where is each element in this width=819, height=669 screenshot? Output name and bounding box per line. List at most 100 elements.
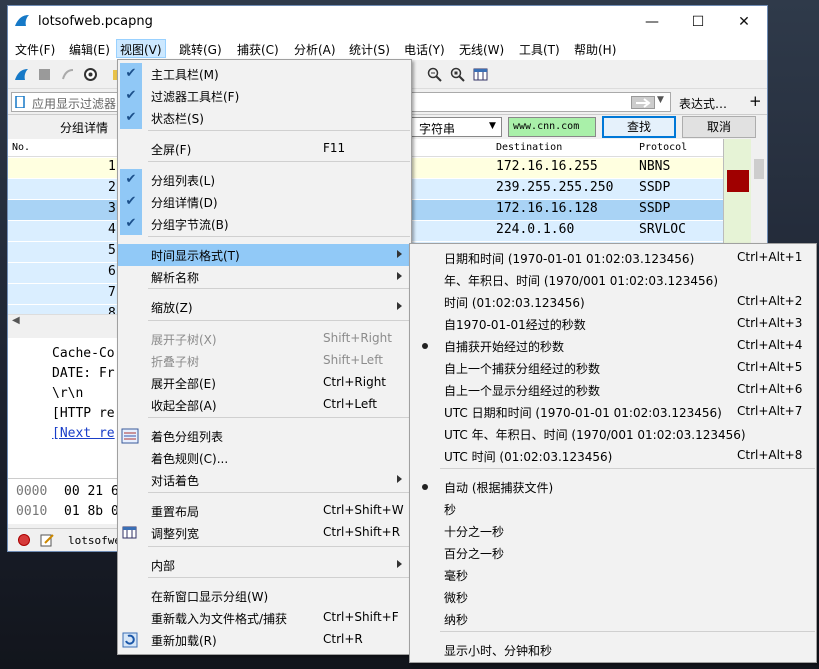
time-format-item[interactable]: 时间显示格式(T) — [118, 244, 411, 266]
packet-bytes-item[interactable]: ✔ 分组字节流(B) — [118, 213, 411, 235]
search-in-selector[interactable]: 分组详情 — [60, 119, 108, 136]
time-format-option[interactable]: 显示小时、分钟和秒 — [410, 639, 816, 661]
maximize-button[interactable]: ☐ — [675, 6, 721, 38]
zoom-normal-icon[interactable] — [450, 67, 465, 82]
search-type-select[interactable]: 字符串 ▼ — [410, 117, 502, 137]
resize-columns-item[interactable]: 调整列宽 Ctrl+Shift+R — [118, 522, 411, 544]
menu-item-label: 主工具栏(M) — [151, 68, 219, 82]
menu-item-label: 微秒 — [444, 591, 469, 605]
bookmark-icon[interactable] — [15, 96, 25, 108]
menu-separator — [148, 546, 410, 547]
colorize-conversation-item[interactable]: 对话着色 — [118, 469, 411, 491]
column-no[interactable]: No. — [12, 142, 30, 153]
time-format-option[interactable]: 微秒 — [410, 586, 816, 608]
menu-help[interactable]: 帮助(H) — [574, 41, 616, 58]
time-format-option[interactable]: 百分之一秒 — [410, 542, 816, 564]
main-toolbar-item[interactable]: ✔ 主工具栏(M) — [118, 63, 411, 85]
zoom-item[interactable]: 缩放(Z) — [118, 296, 411, 318]
expert-info-icon[interactable] — [18, 534, 30, 546]
packet-protocol: SRVLOC — [639, 222, 686, 237]
status-bar-item[interactable]: ✔ 状态栏(S) — [118, 107, 411, 129]
detail-link[interactable]: [Next re — [52, 426, 115, 441]
filter-toolbar-item[interactable]: ✔ 过滤器工具栏(F) — [118, 85, 411, 107]
restart-capture-icon[interactable] — [60, 67, 75, 82]
reload-as-file-format-item[interactable]: 重新载入为文件格式/捕获 Ctrl+Shift+F — [118, 607, 411, 629]
find-button[interactable]: 查找 — [602, 116, 676, 138]
time-format-option[interactable]: 自动 (根据捕获文件) — [410, 476, 816, 498]
show-packet-new-window-item[interactable]: 在新窗口显示分组(W) — [118, 585, 411, 607]
internals-item[interactable]: 内部 — [118, 554, 411, 576]
menu-item-label: 分组列表(L) — [151, 174, 216, 188]
menu-item-shortcut: Ctrl+Alt+1 — [737, 250, 803, 264]
menu-item-shortcut: F11 — [323, 141, 346, 155]
menu-view[interactable]: 视图(V) — [116, 39, 166, 58]
capture-options-icon[interactable] — [83, 67, 98, 82]
time-format-option[interactable]: UTC 年、年积日、时间 (1970/001 01:02:03.123456) — [410, 423, 816, 445]
menu-item-label: 对话着色 — [151, 474, 200, 488]
time-format-option[interactable]: 自捕获开始经过的秒数 Ctrl+Alt+4 — [410, 335, 816, 357]
time-format-option[interactable]: UTC 日期和时间 (1970-01-01 01:02:03.123456) Ct… — [410, 401, 816, 423]
search-string-input[interactable]: www.cnn.com — [508, 117, 596, 137]
scroll-left-icon[interactable]: ◀ — [12, 315, 20, 326]
menu-item-label: 时间 (01:02:03.123456) — [444, 296, 585, 310]
time-format-option[interactable]: UTC 时间 (01:02:03.123456) Ctrl+Alt+8 — [410, 445, 816, 467]
colorize-packet-list-item[interactable]: 着色分组列表 — [118, 425, 411, 447]
time-format-option[interactable]: 秒 — [410, 498, 816, 520]
time-format-option[interactable]: 毫秒 — [410, 564, 816, 586]
coloring-rules-item[interactable]: 着色规则(C)... — [118, 447, 411, 469]
time-format-option[interactable]: 自1970-01-01经过的秒数 Ctrl+Alt+3 — [410, 313, 816, 335]
radio-selected-icon — [422, 484, 428, 490]
add-filter-button[interactable]: + — [749, 92, 762, 110]
menu-tools[interactable]: 工具(T) — [519, 41, 560, 58]
apply-filter-arrow-icon[interactable] — [631, 96, 655, 109]
collapse-all-item[interactable]: 收起全部(A) Ctrl+Left — [118, 394, 411, 416]
packet-details-item[interactable]: ✔ 分组详情(D) — [118, 191, 411, 213]
menu-file[interactable]: 文件(F) — [15, 41, 55, 58]
resize-columns-icon[interactable] — [473, 67, 488, 82]
menu-analyze[interactable]: 分析(A) — [294, 41, 336, 58]
menu-edit[interactable]: 编辑(E) — [69, 41, 110, 58]
time-format-option[interactable]: 纳秒 — [410, 608, 816, 630]
menu-item-label: 纳秒 — [444, 613, 469, 627]
cancel-button[interactable]: 取消 — [682, 116, 756, 138]
packet-list-item[interactable]: ✔ 分组列表(L) — [118, 169, 411, 191]
menu-item-label: 状态栏(S) — [151, 112, 204, 126]
detail-line: [HTTP re — [52, 406, 115, 421]
reload-item[interactable]: 重新加载(R) Ctrl+R — [118, 629, 411, 651]
menu-capture[interactable]: 捕获(C) — [237, 41, 279, 58]
time-format-option[interactable]: 十分之一秒 — [410, 520, 816, 542]
name-resolution-item[interactable]: 解析名称 — [118, 266, 411, 288]
radio-selected-icon — [422, 343, 428, 349]
column-destination[interactable]: Destination — [496, 142, 562, 153]
edit-comment-icon[interactable] — [40, 533, 54, 547]
reset-layout-item[interactable]: 重置布局 Ctrl+Shift+W — [118, 500, 411, 522]
time-format-option[interactable]: 时间 (01:02:03.123456) Ctrl+Alt+2 — [410, 291, 816, 313]
zoom-out-icon[interactable] — [427, 67, 442, 82]
column-protocol[interactable]: Protocol — [639, 142, 687, 153]
stop-capture-icon[interactable] — [37, 67, 52, 82]
expand-all-item[interactable]: 展开全部(E) Ctrl+Right — [118, 372, 411, 394]
menu-wireless[interactable]: 无线(W) — [459, 41, 504, 58]
menu-item-label: 调整列宽 — [151, 527, 200, 541]
packet-destination: 172.16.16.128 — [496, 201, 598, 216]
time-format-option[interactable]: 年、年积日、时间 (1970/001 01:02:03.123456) — [410, 269, 816, 291]
fullscreen-item[interactable]: 全屏(F) F11 — [118, 138, 411, 160]
scroll-thumb[interactable] — [754, 159, 764, 179]
menu-separator — [148, 236, 410, 237]
filter-history-chevron-icon[interactable]: ▼ — [657, 95, 664, 105]
menu-telephony[interactable]: 电话(Y) — [404, 41, 445, 58]
time-format-option[interactable]: 自上一个捕获分组经过的秒数 Ctrl+Alt+5 — [410, 357, 816, 379]
minimize-button[interactable]: — — [629, 6, 675, 38]
menu-statistics[interactable]: 统计(S) — [349, 41, 390, 58]
menu-go[interactable]: 跳转(G) — [179, 41, 222, 58]
close-button[interactable]: ✕ — [721, 6, 767, 38]
start-capture-icon[interactable] — [14, 67, 29, 82]
menu-separator — [148, 288, 410, 289]
checkmark-icon: ✔ — [120, 85, 142, 107]
time-format-option[interactable]: 日期和时间 (1970-01-01 01:02:03.123456) Ctrl+A… — [410, 247, 816, 269]
menu-separator — [440, 468, 815, 469]
byte-hex: 00 21 6 — [64, 484, 119, 499]
checkmark-icon: ✔ — [120, 107, 142, 129]
time-format-option[interactable]: 自上一个显示分组经过的秒数 Ctrl+Alt+6 — [410, 379, 816, 401]
expression-button[interactable]: 表达式… — [679, 95, 727, 112]
